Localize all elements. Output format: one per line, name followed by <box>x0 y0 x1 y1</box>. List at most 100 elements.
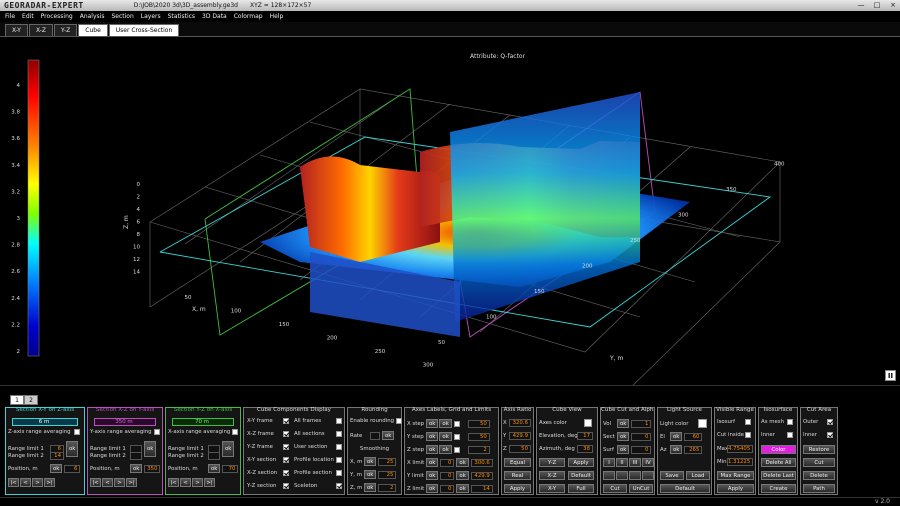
ratio-x-field[interactable]: 320.6 <box>509 419 531 427</box>
limit2-field[interactable] <box>130 452 142 460</box>
menu-colormap[interactable]: Colormap <box>234 13 263 20</box>
menu-analysis[interactable]: Analysis <box>80 13 105 20</box>
position-field[interactable]: 70 <box>222 464 239 473</box>
octant-v-button[interactable] <box>603 471 615 480</box>
limit2-field[interactable] <box>208 452 220 460</box>
x-step-ok[interactable]: ok <box>426 419 439 428</box>
elevation-field[interactable]: 17 <box>577 432 593 440</box>
y-limit-min[interactable]: 0 <box>440 471 455 480</box>
delete-all-button[interactable]: Delete All <box>761 458 796 467</box>
xz-frame-checkbox[interactable] <box>283 431 289 437</box>
axes-color-swatch[interactable] <box>584 419 592 427</box>
tab-cube[interactable]: Cube <box>78 24 108 36</box>
nav-last-button[interactable]: >| <box>126 478 137 487</box>
octant-vi-button[interactable] <box>616 471 628 480</box>
x-grid-checkbox[interactable] <box>453 420 460 427</box>
xz-section-checkbox[interactable] <box>283 470 289 476</box>
tab-x-z[interactable]: X-Z <box>28 24 54 36</box>
z-grid-checkbox[interactable] <box>453 446 460 453</box>
light-load-button[interactable]: Load <box>686 471 710 480</box>
menu-layers[interactable]: Layers <box>141 13 161 20</box>
z-step-ok-2[interactable]: ok <box>439 445 452 454</box>
menu-3d-data[interactable]: 3D Data <box>202 13 227 20</box>
light-az-ok[interactable]: ok <box>670 445 683 454</box>
all-sections-checkbox[interactable] <box>336 431 342 437</box>
real-button[interactable]: Real <box>504 471 531 480</box>
page-tab-2[interactable]: 2 <box>24 395 38 405</box>
view-xy-button[interactable]: X-Y <box>539 484 565 493</box>
octant-viii-button[interactable] <box>642 471 654 480</box>
path-button[interactable]: Path <box>803 484 835 493</box>
y-limit-ok-2[interactable]: ok <box>456 471 469 480</box>
position-ok-button[interactable]: ok <box>208 464 221 473</box>
z-limit-min[interactable]: 0 <box>440 484 455 493</box>
page-tab-1[interactable]: 1 <box>10 395 24 405</box>
yz-section-checkbox[interactable] <box>283 483 289 489</box>
profile-section-checkbox[interactable] <box>336 470 342 476</box>
close-icon[interactable]: × <box>888 1 898 9</box>
x-limit-ok-2[interactable]: ok <box>456 458 469 467</box>
octant-vii-button[interactable] <box>629 471 641 480</box>
apply-ratio-button[interactable]: Apply <box>504 484 531 493</box>
light-el-ok[interactable]: ok <box>670 432 683 441</box>
nav-next-button[interactable]: > <box>32 478 43 487</box>
view-default-button[interactable]: Default <box>568 471 594 480</box>
y-limit-ok[interactable]: ok <box>426 471 439 480</box>
enable-rounding-checkbox[interactable] <box>396 418 403 424</box>
view-apply-button[interactable]: Apply <box>568 458 594 467</box>
octant-ii-button[interactable]: II <box>616 458 628 467</box>
light-el-field[interactable]: 60 <box>684 432 703 441</box>
nav-last-button[interactable]: >| <box>204 478 215 487</box>
vol-field[interactable]: 1 <box>631 419 652 428</box>
nav-prev-button[interactable]: < <box>20 478 31 487</box>
menu-edit[interactable]: Edit <box>22 13 34 20</box>
rate-field[interactable] <box>370 431 380 440</box>
y-step-ok-2[interactable]: ok <box>439 432 452 441</box>
position-ok-button[interactable]: ok <box>130 464 143 473</box>
cube-3d-plot[interactable]: Attribute: Q-factor 4 3.8 3.6 3.4 3.2 3 2.8 2.6… <box>0 37 900 385</box>
iso-color-button[interactable]: Color <box>761 445 796 454</box>
surf-ok[interactable]: ok <box>617 445 630 454</box>
limits-ok-button[interactable]: ok <box>144 441 157 457</box>
surf-field[interactable]: 0 <box>631 445 652 454</box>
profile-location-checkbox[interactable] <box>336 457 342 463</box>
smooth-z-field[interactable]: 2 <box>378 483 397 492</box>
xy-section-checkbox[interactable] <box>283 457 289 463</box>
view-xz-button[interactable]: X-Z <box>539 471 565 480</box>
position-ok-button[interactable]: ok <box>50 464 63 473</box>
limits-ok-button[interactable]: ok <box>66 441 79 457</box>
outer-checkbox[interactable] <box>827 419 833 425</box>
nav-first-button[interactable]: |< <box>8 478 19 487</box>
nav-last-button[interactable]: >| <box>44 478 55 487</box>
x-step-ok-2[interactable]: ok <box>439 419 452 428</box>
limit2-field[interactable]: 14 <box>50 452 64 460</box>
restore-button[interactable]: Restore <box>803 445 835 454</box>
menu-statistics[interactable]: Statistics <box>168 13 195 20</box>
smooth-y-ok[interactable]: ok <box>364 470 377 479</box>
limits-ok-button[interactable]: ok <box>222 441 235 457</box>
delete-last-button[interactable]: Delete Last <box>761 471 796 480</box>
minimize-icon[interactable]: — <box>856 1 866 9</box>
isosurf-checkbox[interactable] <box>745 419 751 425</box>
maximize-icon[interactable]: □ <box>872 1 882 9</box>
z-limit-ok-2[interactable]: ok <box>456 484 469 493</box>
nav-next-button[interactable]: > <box>114 478 125 487</box>
y-limit-max[interactable]: 429.9 <box>470 471 493 480</box>
menu-processing[interactable]: Processing <box>41 13 73 20</box>
apply-range-button[interactable]: Apply <box>717 484 754 493</box>
octant-i-button[interactable]: I <box>603 458 615 467</box>
tab-x-y[interactable]: X-Y <box>5 24 28 36</box>
max-field[interactable]: 4.75405 <box>727 445 753 453</box>
nav-prev-button[interactable]: < <box>180 478 191 487</box>
sect-field[interactable]: 0 <box>631 432 652 441</box>
smooth-x-field[interactable]: 25 <box>378 457 397 466</box>
sceleton-checkbox[interactable] <box>336 483 342 489</box>
cut-button[interactable]: Cut <box>603 484 627 493</box>
rate-ok-button[interactable]: ok <box>382 431 395 440</box>
light-save-button[interactable]: Save <box>660 471 684 480</box>
cube-viewport[interactable]: Attribute: Q-factor 4 3.8 3.6 3.4 3.2 3 2.8 2.6… <box>0 37 900 385</box>
nav-first-button[interactable]: |< <box>168 478 179 487</box>
position-field[interactable]: 6 <box>64 464 81 473</box>
nav-next-button[interactable]: > <box>192 478 203 487</box>
menu-help[interactable]: Help <box>270 13 284 20</box>
